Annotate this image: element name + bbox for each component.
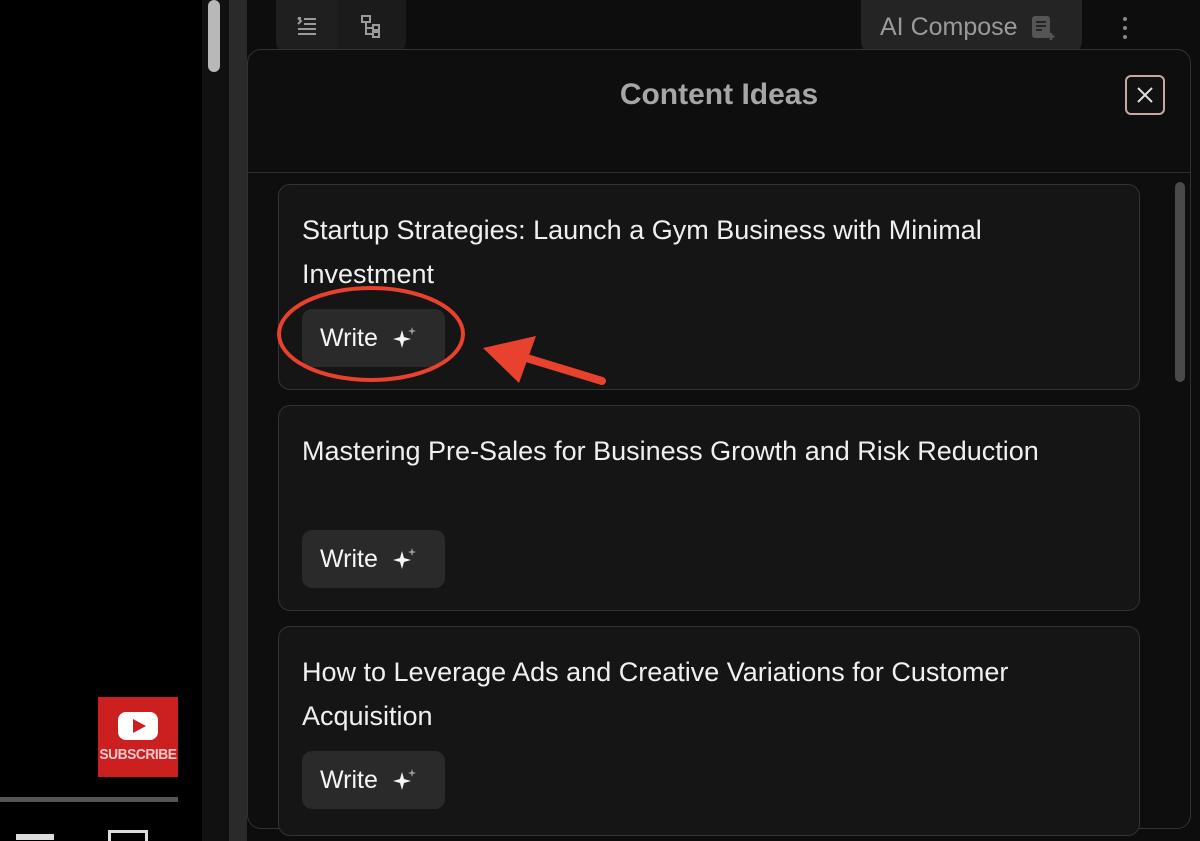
idea-card: How to Leverage Ads and Creative Variati… (278, 626, 1140, 836)
subscribe-button[interactable]: SUBSCRIBE (98, 697, 178, 777)
sparkle-icon (392, 769, 416, 790)
write-label: Write (320, 544, 378, 573)
idea-card: Startup Strategies: Launch a Gym Busines… (278, 184, 1140, 390)
ai-compose-button[interactable]: AI Compose (861, 0, 1082, 55)
write-button[interactable]: Write (302, 530, 445, 588)
idea-title: Mastering Pre-Sales for Business Growth … (302, 436, 1039, 466)
tree-icon (361, 15, 380, 38)
panel-divider[interactable] (229, 0, 247, 841)
close-icon (1137, 87, 1153, 103)
more-options-icon[interactable] (1115, 12, 1135, 44)
write-label: Write (320, 323, 378, 352)
document-plus-icon (1031, 15, 1055, 40)
idea-title: How to Leverage Ads and Creative Variati… (302, 657, 1009, 731)
left-scrollbar[interactable] (207, 0, 221, 80)
modal-scrollbar[interactable] (1175, 182, 1185, 382)
modal-header: Content Ideas (248, 50, 1190, 173)
subscribe-label: SUBSCRIBE (99, 745, 177, 763)
youtube-play-icon (118, 711, 158, 740)
close-button[interactable] (1125, 75, 1165, 115)
idea-card: Mastering Pre-Sales for Business Growth … (278, 405, 1140, 611)
left-scroll-track (202, 0, 229, 841)
idea-title: Startup Strategies: Launch a Gym Busines… (302, 215, 982, 289)
outline-button[interactable] (276, 0, 338, 52)
sparkle-icon (392, 548, 416, 569)
outline-icon (297, 17, 316, 35)
tree-view-button[interactable] (338, 0, 406, 52)
modal-title: Content Ideas (619, 78, 819, 111)
video-progress-bar[interactable] (0, 797, 178, 802)
menu-icon[interactable] (16, 834, 54, 840)
ai-compose-label: AI Compose (880, 13, 1018, 41)
write-button[interactable]: Write (302, 309, 445, 367)
write-label: Write (320, 765, 378, 794)
left-scrollbar-thumb[interactable] (208, 0, 220, 72)
content-ideas-modal: Content Ideas Startup Strategies: Launch… (247, 49, 1191, 836)
fullscreen-icon[interactable] (108, 830, 148, 841)
sparkle-icon (392, 327, 416, 348)
write-button[interactable]: Write (302, 751, 445, 809)
